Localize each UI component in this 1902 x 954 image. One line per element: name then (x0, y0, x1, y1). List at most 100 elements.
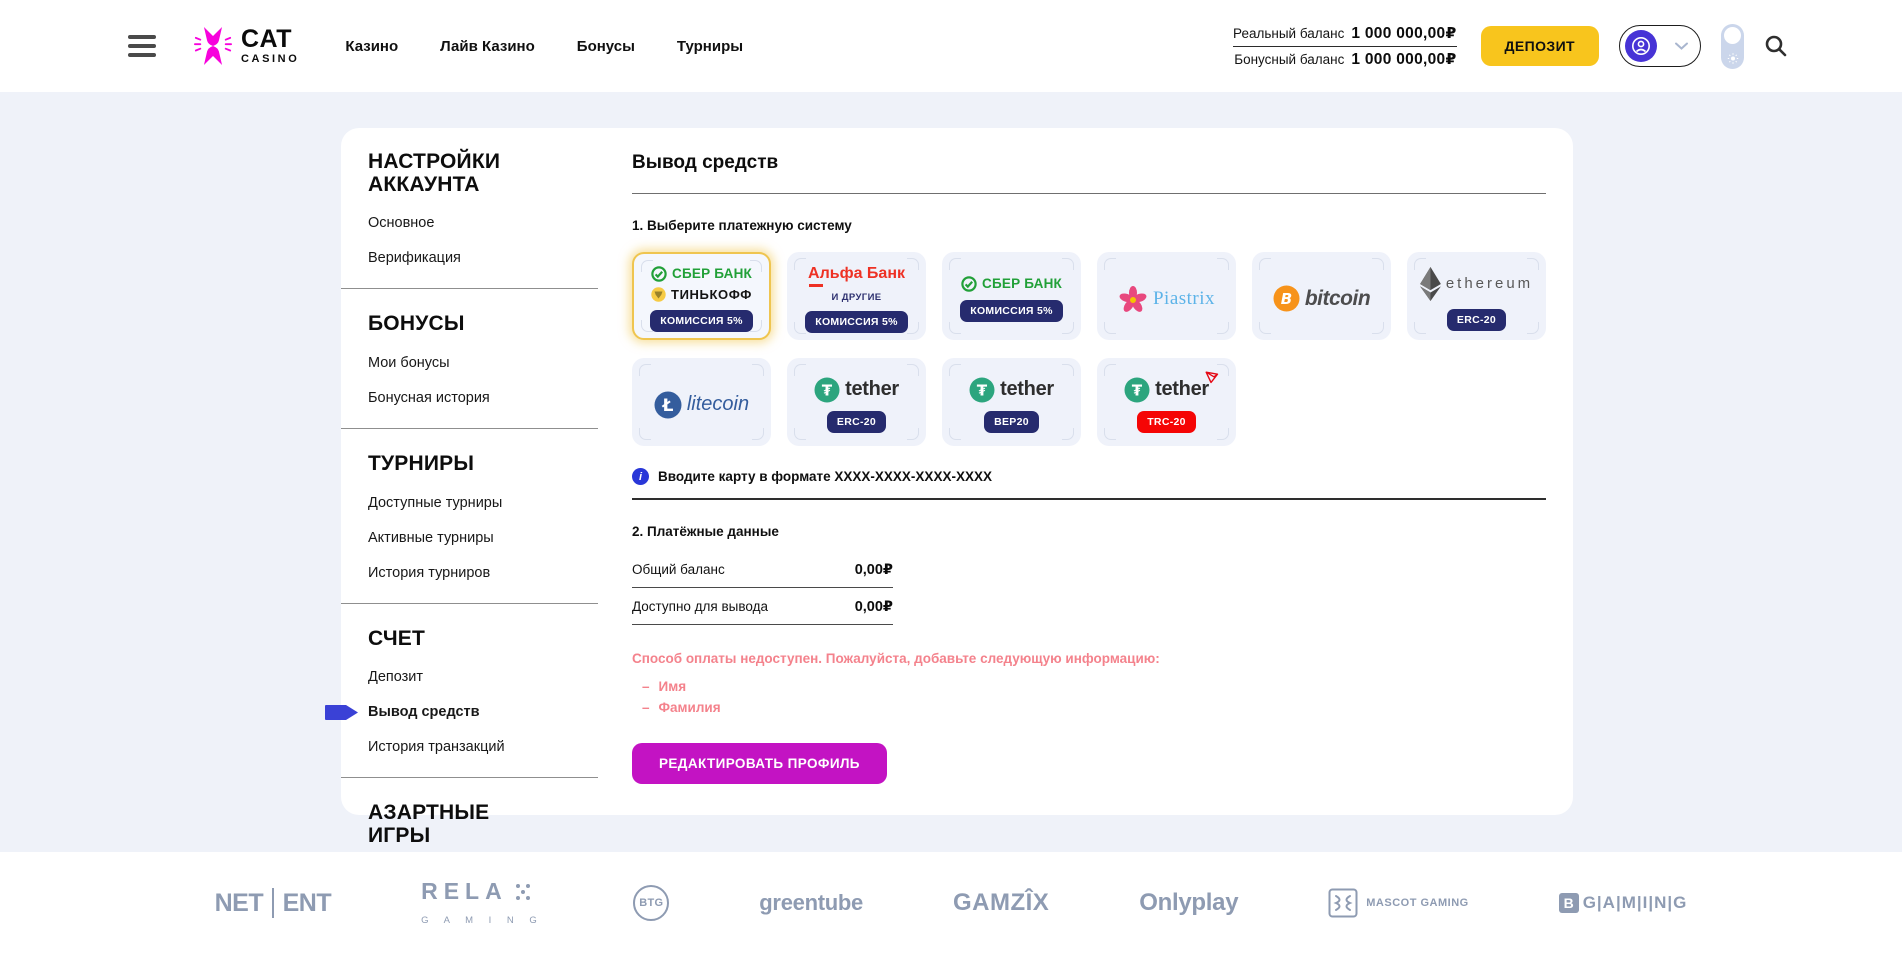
logo-text-casino: CASINO (241, 54, 299, 65)
tether-label: tether (845, 378, 899, 401)
toggle-knob (1724, 27, 1741, 44)
mascot-emblem-icon (1328, 888, 1358, 918)
payment-method-tether-erc20[interactable]: ₮ tether ERC-20 (787, 358, 926, 446)
payment-method-piastrix[interactable]: Piastrix (1097, 252, 1236, 340)
sun-icon (1727, 53, 1738, 64)
sidebar-heading-gambling: АЗАРТНЫЕ ИГРЫ (368, 802, 546, 847)
nav-item-bonuses[interactable]: Бонусы (577, 38, 635, 55)
theme-toggle[interactable] (1721, 24, 1744, 69)
payment-method-litecoin[interactable]: Ł litecoin (632, 358, 771, 446)
tron-icon (1205, 371, 1219, 384)
nav-item-tournaments[interactable]: Турниры (677, 38, 743, 55)
commission-badge: КОМИССИЯ 5% (960, 300, 1063, 322)
account-card: НАСТРОЙКИ АККАУНТА Основное Верификация … (341, 128, 1573, 815)
info-icon: i (632, 468, 649, 485)
provider-logo-relax-gaming: RELA G A M I N G (421, 880, 543, 926)
alfa-others-label: И ДРУГИЕ (831, 292, 881, 303)
deposit-button[interactable]: ДЕПОЗИТ (1481, 26, 1599, 66)
network-badge: ERC-20 (1447, 309, 1506, 331)
provider-logo-onlyplay: Onlyplay (1139, 889, 1238, 917)
cat-casino-logo[interactable]: CAT CASINO (194, 24, 299, 68)
payment-methods-row-1: СБЕР БАНК ТИНЬКОФФ КОМИССИЯ 5% Альфа Бан… (632, 252, 1546, 340)
sidebar-item-my-bonuses[interactable]: Мои бонусы (368, 355, 450, 371)
sidebar-item-available-tournaments[interactable]: Доступные турниры (368, 495, 502, 511)
bonus-balance-row: Бонусный баланс 1 000 000,00₽ (1233, 47, 1457, 72)
hamburger-menu-icon[interactable] (128, 31, 158, 61)
page-title: Вывод средств (632, 152, 1546, 174)
card-format-hint: i Вводите карту в формате ХХХХ-ХХХХ-ХХХХ… (632, 468, 1546, 485)
sidebar-item-withdrawal[interactable]: Вывод средств (368, 704, 480, 720)
commission-badge: КОМИССИЯ 5% (650, 310, 753, 332)
chevron-down-icon (1675, 42, 1688, 50)
providers-footer: NETENT RELA G A M I N G BTG greentube GA… (0, 852, 1902, 954)
provider-logo-btg: BTG (633, 885, 669, 921)
user-icon (1631, 36, 1651, 56)
network-badge: TRC-20 (1137, 411, 1196, 433)
bitcoin-label: bitcoin (1305, 287, 1370, 311)
litecoin-icon: Ł (654, 391, 682, 419)
sidebar-heading-tournaments: ТУРНИРЫ (368, 453, 546, 476)
svg-text:B: B (1281, 290, 1292, 308)
search-button[interactable] (1764, 34, 1788, 58)
total-balance-row: Общий баланс 0,00₽ (632, 551, 893, 588)
step1-label: 1. Выберите платежную систему (632, 218, 1546, 233)
svg-text:₮: ₮ (822, 381, 833, 399)
sidebar-item-deposit[interactable]: Депозит (368, 669, 423, 685)
sidebar-item-active-tournaments[interactable]: Активные турниры (368, 530, 494, 546)
nav-item-live-casino[interactable]: Лайв Казино (440, 38, 535, 55)
svg-text:Ł: Ł (661, 396, 673, 416)
piastrix-icon (1118, 284, 1148, 314)
relax-x-dots-icon (515, 883, 531, 901)
missing-fields-list: Имя Фамилия (632, 679, 1546, 715)
cat-logo-icon (194, 24, 232, 68)
balances-block: Реальный баланс 1 000 000,00₽ Бонусный б… (1233, 21, 1457, 72)
payment-method-alfa[interactable]: Альфа Банк И ДРУГИЕ КОМИССИЯ 5% (787, 252, 926, 340)
available-balance-row: Доступно для вывода 0,00₽ (632, 588, 893, 625)
withdrawal-panel: Вывод средств 1. Выберите платежную сист… (632, 128, 1584, 815)
tether-icon: ₮ (969, 377, 995, 403)
commission-badge: КОМИССИЯ 5% (805, 311, 908, 333)
active-item-arrow-icon (325, 704, 359, 721)
tinkoff-label: ТИНЬКОФФ (671, 287, 752, 302)
sidebar-item-main[interactable]: Основное (368, 215, 434, 231)
svg-text:₮: ₮ (1132, 381, 1143, 399)
edit-profile-button[interactable]: РЕДАКТИРОВАТЬ ПРОФИЛЬ (632, 743, 887, 784)
svg-text:₮: ₮ (977, 381, 988, 399)
missing-field-first-name: Имя (632, 679, 1546, 694)
sidebar-item-tournament-history[interactable]: История турниров (368, 565, 490, 581)
provider-logo-netent: NETENT (215, 888, 332, 918)
ethereum-icon (1420, 267, 1441, 301)
payment-method-tether-trc20[interactable]: ₮ tether TRC-20 (1097, 358, 1236, 446)
payment-method-sber-tinkoff[interactable]: СБЕР БАНК ТИНЬКОФФ КОМИССИЯ 5% (632, 252, 771, 340)
profile-dropdown[interactable] (1619, 25, 1701, 67)
sberbank-label: СБЕР БАНК (672, 266, 752, 281)
sidebar-heading-settings: НАСТРОЙКИ АККАУНТА (368, 151, 546, 196)
provider-logo-greentube: greentube (759, 890, 863, 916)
divider (341, 428, 598, 429)
sidebar-item-verification[interactable]: Верификация (368, 250, 461, 266)
real-balance-row: Реальный баланс 1 000 000,00₽ (1233, 21, 1457, 47)
nav-item-casino[interactable]: Казино (345, 38, 398, 55)
payment-method-tether-bep20[interactable]: ₮ tether BEP20 (942, 358, 1081, 446)
payment-method-ethereum[interactable]: ethereum ERC-20 (1407, 252, 1546, 340)
header: CAT CASINO Казино Лайв Казино Бонусы Тур… (0, 0, 1902, 92)
sidebar-heading-account: СЧЕТ (368, 628, 546, 651)
payment-method-bitcoin[interactable]: B bitcoin (1252, 252, 1391, 340)
payment-methods-row-2: Ł litecoin ₮ tether ERC-20 (632, 358, 1546, 446)
avatar (1625, 30, 1657, 62)
payment-unavailable-message: Способ оплаты недоступен. Пожалуйста, до… (632, 651, 1546, 666)
sidebar-item-transaction-history[interactable]: История транзакций (368, 739, 505, 755)
sberbank-icon (961, 276, 977, 292)
bitcoin-icon: B (1273, 285, 1300, 312)
bonus-balance-label: Бонусный баланс (1234, 52, 1344, 67)
real-balance-value: 1 000 000,00₽ (1351, 24, 1456, 43)
divider (341, 777, 598, 778)
payment-method-sber[interactable]: СБЕР БАНК КОМИССИЯ 5% (942, 252, 1081, 340)
sidebar-heading-bonuses: БОНУСЫ (368, 313, 546, 336)
sidebar-item-bonus-history[interactable]: Бонусная история (368, 390, 490, 406)
alfa-underline (809, 284, 823, 287)
tether-label: tether (1000, 378, 1054, 401)
bonus-balance-value: 1 000 000,00₽ (1351, 50, 1456, 69)
account-sidebar: НАСТРОЙКИ АККАУНТА Основное Верификация … (341, 128, 632, 815)
alfabank-label: Альфа Банк (808, 265, 905, 283)
